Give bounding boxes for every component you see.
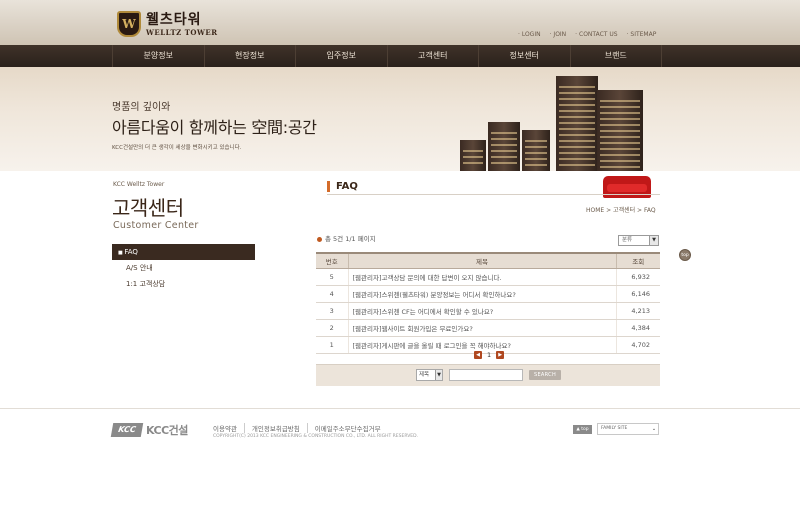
nav-item-customer-center[interactable]: 고객센터 xyxy=(388,45,479,67)
next-page-icon[interactable]: ▶ xyxy=(496,351,505,359)
family-site-select[interactable]: FAMILY SITE ⌄ xyxy=(597,423,659,435)
site-logo[interactable]: W 웰츠타워 WELLTZ TOWER xyxy=(117,10,218,38)
section-subtitle: Customer Center xyxy=(113,220,199,231)
search-type-select[interactable]: 제목 ▼ xyxy=(416,369,443,381)
terms-link[interactable]: 이용약관 xyxy=(213,423,244,433)
breadcrumb: HOME > 고객센터 > FAQ xyxy=(586,207,656,214)
main-nav: 분양정보 현장정보 입주정보 고객센터 정보센터 브랜드 xyxy=(0,45,800,67)
table-row: 4 [웹관리자]스위첸(웰츠타워) 분양정보는 어디서 확인하나요? 6,146 xyxy=(316,285,660,303)
post-count: 총 5건 1/1 페이지 xyxy=(317,233,376,243)
nav-item-brand[interactable]: 브랜드 xyxy=(571,45,662,67)
logo-emblem-icon: W xyxy=(117,11,141,37)
column-header-views: 조회 xyxy=(616,252,660,269)
building-image xyxy=(522,130,550,171)
row-views: 4,702 xyxy=(616,336,660,354)
content-title: FAQ xyxy=(327,181,358,192)
visual-description: KCC건설만의 더 큰 생각이 세상을 변화시키고 있습니다. xyxy=(112,145,242,151)
row-subject-link[interactable]: [웹관리자]스위첸(웰츠타워) 분양정보는 어디서 확인하나요? xyxy=(347,285,617,303)
utility-links: LOGIN JOIN CONTACT US SITEMAP xyxy=(518,31,657,38)
search-button[interactable]: SEARCH xyxy=(529,370,561,380)
row-number: 2 xyxy=(316,319,348,337)
column-header-number: 번호 xyxy=(316,252,348,269)
category-select-value: 분류 xyxy=(622,237,633,243)
building-image xyxy=(460,140,486,171)
kcc-logo-text: KCC건설 xyxy=(146,424,188,437)
chevron-down-icon: ▼ xyxy=(435,370,442,380)
footer-logo: KCC KCC건설 xyxy=(110,422,188,438)
visual-subtitle: 명품의 깊이와 xyxy=(112,102,171,113)
kcc-logo-mark: KCC xyxy=(110,423,144,437)
logo-english: WELLTZ TOWER xyxy=(146,27,218,37)
row-number: 5 xyxy=(316,268,348,286)
nav-item-info-center[interactable]: 정보센터 xyxy=(479,45,571,67)
table-row: 3 [웹관리자]스위첸 CF는 어디에서 확인할 수 있나요? 4,213 xyxy=(316,302,660,320)
footer-top-button[interactable]: ▲ top xyxy=(573,425,592,434)
prev-page-icon[interactable]: ◀ xyxy=(474,351,482,359)
row-views: 4,384 xyxy=(616,319,660,337)
search-type-value: 제목 xyxy=(419,372,430,378)
privacy-link[interactable]: 개인정보취급방침 xyxy=(243,423,307,433)
visual-headline: 아름다움이 함께하는 空間:공간 xyxy=(112,118,317,137)
scroll-top-button[interactable]: top xyxy=(679,249,691,261)
sitemap-link[interactable]: SITEMAP xyxy=(627,31,656,38)
login-link[interactable]: LOGIN xyxy=(518,31,541,38)
search-input[interactable] xyxy=(449,369,523,381)
table-row: 5 [웹관리자]고객상담 문의에 대한 답변이 오지 않습니다. 6,932 xyxy=(316,268,660,286)
sub-menu: FAQ A/S 안내 1:1 고객상담 xyxy=(112,244,255,292)
row-views: 6,146 xyxy=(616,285,660,303)
family-site-label: FAMILY SITE xyxy=(601,426,628,431)
faq-table: 번호 제목 조회 5 [웹관리자]고객상담 문의에 대한 답변이 오지 않습니다… xyxy=(316,252,660,354)
column-header-subject: 제목 xyxy=(347,252,617,269)
row-number: 4 xyxy=(316,285,348,303)
join-link[interactable]: JOIN xyxy=(550,31,566,38)
current-page[interactable]: 1 xyxy=(487,351,491,359)
contact-us-link[interactable]: CONTACT US xyxy=(575,31,618,38)
row-views: 6,932 xyxy=(616,268,660,286)
category-select[interactable]: 분류 ▼ xyxy=(618,235,659,246)
sub-menu-faq[interactable]: FAQ xyxy=(112,244,255,260)
logo-korean: 웰츠타워 xyxy=(146,11,202,28)
copyright: COPYRIGHT(C) 2013 KCC ENGINEERING & CONS… xyxy=(213,434,419,439)
building-image xyxy=(488,122,520,171)
nav-item-move-in-info[interactable]: 입주정보 xyxy=(296,45,388,67)
section-en-label: KCC Welltz Tower xyxy=(113,181,165,188)
building-image xyxy=(597,90,643,171)
pagination: ◀ 1 ▶ xyxy=(474,351,505,359)
email-policy-link[interactable]: 이메일주소무단수집거부 xyxy=(306,423,388,433)
row-subject-link[interactable]: [웹관리자]스위첸 CF는 어디에서 확인할 수 있나요? xyxy=(347,302,617,320)
row-subject-link[interactable]: [웹관리자]고객상담 문의에 대한 답변이 오지 않습니다. xyxy=(347,268,617,286)
sub-menu-as-guide[interactable]: A/S 안내 xyxy=(112,260,255,276)
content-title-bar xyxy=(327,180,660,195)
row-views: 4,213 xyxy=(616,302,660,320)
section-title: 고객센터 xyxy=(112,196,184,220)
chevron-down-icon: ▼ xyxy=(649,236,658,245)
table-row: 2 [웹관리자]웹사이트 회원가입은 무료인가요? 4,384 xyxy=(316,319,660,337)
chevron-down-icon: ⌄ xyxy=(650,424,658,434)
row-number: 1 xyxy=(316,336,348,354)
row-number: 3 xyxy=(316,302,348,320)
sub-menu-consultation[interactable]: 1:1 고객상담 xyxy=(112,276,255,292)
nav-item-sales-info[interactable]: 분양정보 xyxy=(112,45,205,67)
building-image xyxy=(556,76,598,171)
nav-item-site-info[interactable]: 현장정보 xyxy=(205,45,296,67)
row-subject-link[interactable]: [웹관리자]웹사이트 회원가입은 무료인가요? xyxy=(347,319,617,337)
footer-links: 이용약관 개인정보취급방침 이메일주소무단수집거부 xyxy=(213,423,388,433)
